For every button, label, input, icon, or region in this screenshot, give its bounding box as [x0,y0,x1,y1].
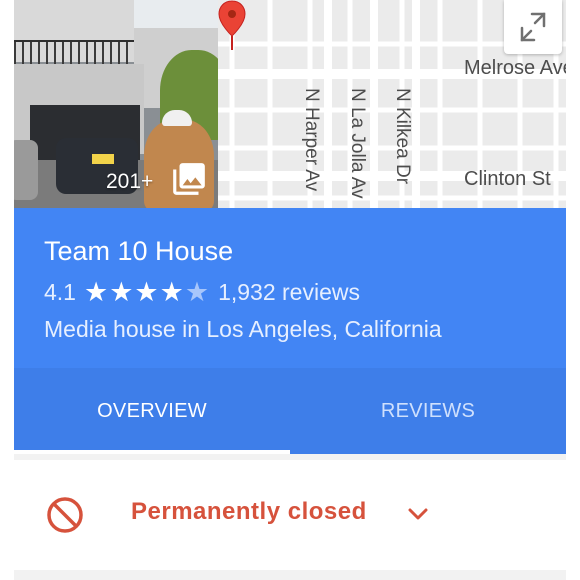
hero: 201+ Melrose Ave Clinton St N Harper Av … [14,0,566,208]
rating-stars: ★ ★ ★ ★ ★ [84,278,210,306]
street-label-la-jolla: N La Jolla Av [347,88,368,199]
star-filled-icon: ★ [159,277,184,307]
star-filled-icon: ★ [134,277,159,307]
photo-balcony [14,40,134,66]
map-pin-icon [218,0,246,50]
rating-row[interactable]: 4.1 ★ ★ ★ ★ ★ 1,932 reviews [44,276,360,308]
street-label-melrose: Melrose Ave [464,57,566,79]
permanently-closed-label: Permanently closed [131,498,367,525]
reviews-count[interactable]: 1,932 reviews [218,279,360,306]
photo-gallery-icon[interactable] [170,160,208,198]
street-label-harper: N Harper Av [301,88,322,192]
star-empty-icon: ★ [184,277,210,307]
closed-status-row[interactable]: Permanently closed [14,460,566,570]
map-preview[interactable]: Melrose Ave Clinton St N Harper Av N La … [218,0,566,208]
rating-value: 4.1 [44,278,76,305]
place-category-location: Media house in Los Angeles, California [44,316,442,342]
no-entry-icon [47,497,83,533]
photo-count: 201+ [106,170,154,193]
photo-license-plate [92,154,114,164]
expand-map-button[interactable] [504,0,562,54]
tab-bar: OVERVIEW REVIEWS [14,368,566,454]
street-label-clinton: Clinton St [464,168,551,190]
place-title: Team 10 House [44,236,234,266]
active-tab-indicator [14,450,290,454]
star-filled-icon: ★ [109,277,134,307]
place-photo[interactable]: 201+ [14,0,218,208]
photo-person-cap [162,110,192,126]
star-filled-icon: ★ [83,277,109,307]
place-info-header: Team 10 House 4.1 ★ ★ ★ ★ ★ 1,932 reviews Me… [14,208,566,368]
street-label-kilkea: N Kilkea Dr [392,88,413,185]
tab-overview[interactable]: OVERVIEW [14,368,290,454]
tab-reviews[interactable]: REVIEWS [290,368,566,454]
chevron-down-icon[interactable] [406,502,430,526]
photo-car [14,140,38,200]
place-card: 201+ Melrose Ave Clinton St N Harper Av … [14,0,566,580]
expand-map-icon [520,12,546,42]
